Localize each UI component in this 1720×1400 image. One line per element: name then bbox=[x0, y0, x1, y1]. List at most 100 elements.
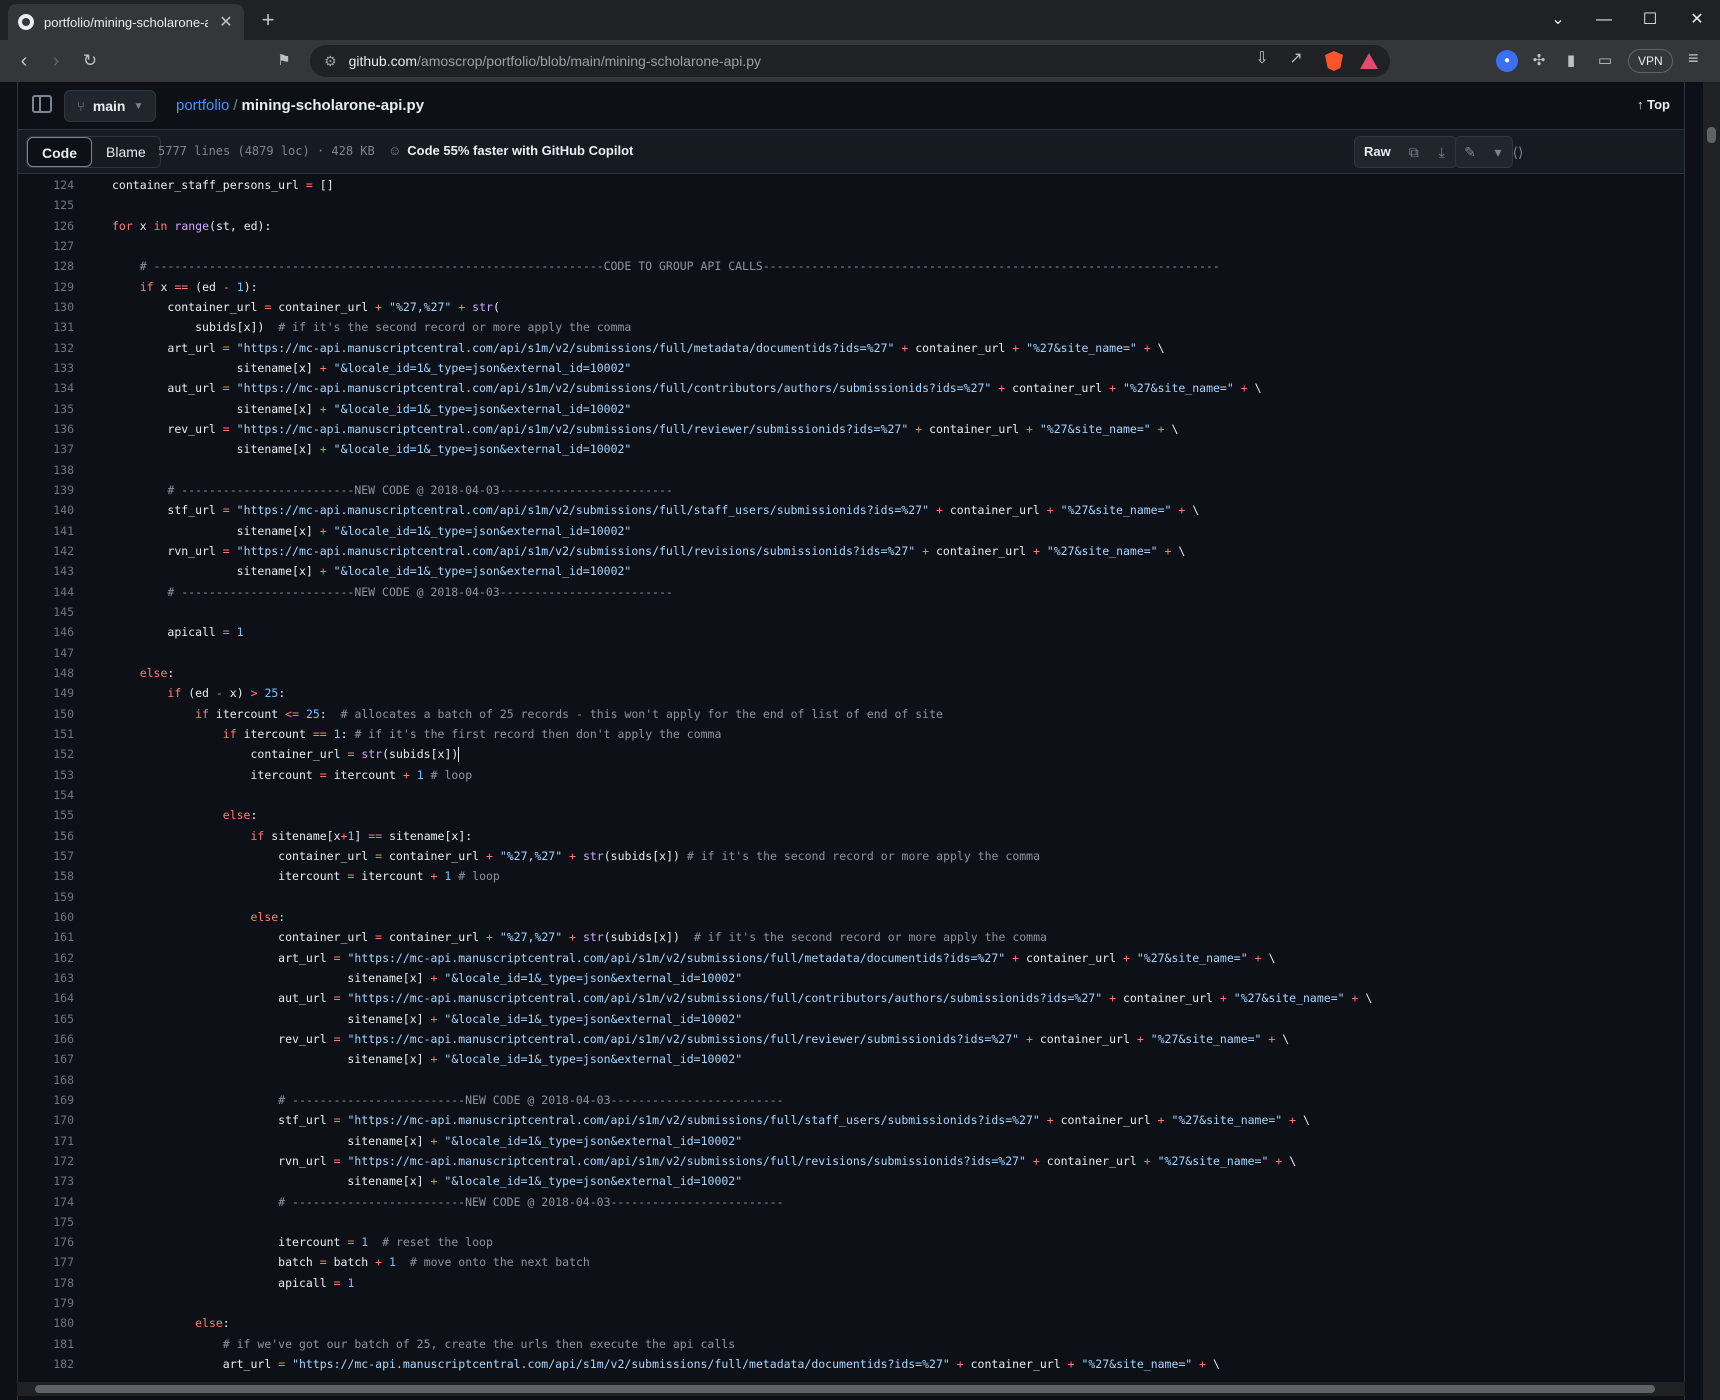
line-number[interactable]: 179 bbox=[18, 1293, 74, 1313]
browser-menu-icon[interactable]: ≡ bbox=[1688, 48, 1699, 69]
line-number[interactable]: 163 bbox=[18, 968, 74, 988]
site-info-icon[interactable]: ⚙ bbox=[324, 53, 337, 70]
line-number[interactable]: 164 bbox=[18, 988, 74, 1008]
brave-rewards-icon[interactable] bbox=[1360, 53, 1378, 69]
line-number[interactable]: 181 bbox=[18, 1334, 74, 1354]
vpn-button[interactable]: VPN bbox=[1628, 49, 1673, 73]
line-number[interactable]: 178 bbox=[18, 1273, 74, 1293]
code-text: if itercount == 1: # if it's the first r… bbox=[222, 726, 722, 741]
line-number[interactable]: 133 bbox=[18, 358, 74, 378]
line-number[interactable]: 158 bbox=[18, 866, 74, 886]
line-number[interactable]: 182 bbox=[18, 1354, 74, 1371]
line-number[interactable]: 127 bbox=[18, 236, 74, 256]
line-number[interactable]: 153 bbox=[18, 765, 74, 785]
line-number[interactable]: 129 bbox=[18, 277, 74, 297]
copy-icon[interactable]: ⧉ bbox=[1400, 137, 1428, 167]
line-number[interactable]: 135 bbox=[18, 399, 74, 419]
minimize-button[interactable]: — bbox=[1589, 8, 1619, 32]
branch-selector[interactable]: ⑂ main ▼ bbox=[64, 90, 157, 122]
line-number[interactable]: 177 bbox=[18, 1252, 74, 1272]
extensions-puzzle-icon[interactable]: ✣ bbox=[1528, 50, 1550, 72]
line-number[interactable]: 155 bbox=[18, 805, 74, 825]
line-number[interactable]: 142 bbox=[18, 541, 74, 561]
raw-button[interactable]: Raw bbox=[1355, 137, 1400, 167]
line-number[interactable]: 169 bbox=[18, 1090, 74, 1110]
breadcrumb-repo-link[interactable]: portfolio bbox=[176, 97, 229, 114]
line-number[interactable]: 174 bbox=[18, 1192, 74, 1212]
reload-button[interactable]: ↻ bbox=[76, 47, 104, 75]
back-button[interactable]: ‹ bbox=[10, 47, 38, 75]
maximize-button[interactable]: ☐ bbox=[1635, 8, 1665, 32]
horizontal-scrollbar-thumb[interactable] bbox=[35, 1385, 1655, 1393]
line-number[interactable]: 149 bbox=[18, 683, 74, 703]
copilot-promo-link[interactable]: ☺ Code 55% faster with GitHub Copilot bbox=[388, 143, 633, 158]
line-number[interactable]: 140 bbox=[18, 500, 74, 520]
line-number[interactable]: 170 bbox=[18, 1110, 74, 1130]
line-number[interactable]: 165 bbox=[18, 1009, 74, 1029]
line-number[interactable]: 143 bbox=[18, 561, 74, 581]
wallet-icon[interactable]: ▭ bbox=[1594, 50, 1616, 72]
line-number[interactable]: 147 bbox=[18, 643, 74, 663]
forward-button[interactable]: › bbox=[42, 47, 70, 75]
share-icon[interactable]: ↗ bbox=[1284, 48, 1308, 68]
line-number[interactable]: 132 bbox=[18, 338, 74, 358]
line-number[interactable]: 160 bbox=[18, 907, 74, 927]
line-number[interactable]: 172 bbox=[18, 1151, 74, 1171]
line-number[interactable]: 137 bbox=[18, 439, 74, 459]
browser-tab[interactable]: portfolio/mining-scholarone-api ✕ bbox=[8, 4, 244, 40]
line-number[interactable]: 134 bbox=[18, 378, 74, 398]
symbols-panel-icon[interactable]: ⟨⟩ bbox=[1504, 137, 1532, 167]
line-number[interactable]: 128 bbox=[18, 256, 74, 276]
line-number[interactable]: 152 bbox=[18, 744, 74, 764]
line-number[interactable]: 125 bbox=[18, 195, 74, 215]
address-bar[interactable]: ⚙ github.com/amoscrop/portfolio/blob/mai… bbox=[310, 45, 1390, 77]
tab-search-chevron-icon[interactable]: ⌄ bbox=[1543, 8, 1573, 32]
line-number[interactable]: 126 bbox=[18, 216, 74, 236]
tab-code[interactable]: Code bbox=[27, 137, 92, 167]
line-number[interactable]: 173 bbox=[18, 1171, 74, 1191]
line-number[interactable]: 157 bbox=[18, 846, 74, 866]
line-number[interactable]: 176 bbox=[18, 1232, 74, 1252]
line-number[interactable]: 139 bbox=[18, 480, 74, 500]
line-number[interactable]: 161 bbox=[18, 927, 74, 947]
line-number[interactable]: 151 bbox=[18, 724, 74, 744]
line-number[interactable]: 124 bbox=[18, 175, 74, 195]
new-tab-button[interactable]: + bbox=[254, 6, 282, 34]
line-number[interactable]: 167 bbox=[18, 1049, 74, 1069]
line-number[interactable]: 171 bbox=[18, 1131, 74, 1151]
line-number[interactable]: 162 bbox=[18, 948, 74, 968]
line-number[interactable]: 154 bbox=[18, 785, 74, 805]
line-number[interactable]: 145 bbox=[18, 602, 74, 622]
line-number[interactable]: 131 bbox=[18, 317, 74, 337]
line-number[interactable]: 141 bbox=[18, 521, 74, 541]
pencil-icon[interactable]: ✎ bbox=[1456, 137, 1484, 167]
line-number[interactable]: 146 bbox=[18, 622, 74, 642]
top-button[interactable]: ↑ Top bbox=[1637, 97, 1670, 112]
line-number[interactable]: 156 bbox=[18, 826, 74, 846]
line-number[interactable]: 148 bbox=[18, 663, 74, 683]
line-number[interactable]: 159 bbox=[18, 887, 74, 907]
code-view[interactable]: 124 container_staff_persons_url = [] 125 12… bbox=[18, 175, 1684, 1371]
download-icon[interactable]: ⤓ bbox=[1428, 137, 1456, 167]
close-window-button[interactable]: ✕ bbox=[1682, 8, 1712, 32]
line-number[interactable]: 166 bbox=[18, 1029, 74, 1049]
file-tree-toggle-icon[interactable] bbox=[32, 95, 52, 113]
tab-blame[interactable]: Blame bbox=[92, 137, 160, 167]
vertical-scrollbar-thumb[interactable] bbox=[1707, 127, 1716, 143]
line-number[interactable]: 138 bbox=[18, 460, 74, 480]
bookmark-icon[interactable]: ⚑ bbox=[270, 47, 298, 75]
line-number[interactable]: 175 bbox=[18, 1212, 74, 1232]
line-number[interactable]: 144 bbox=[18, 582, 74, 602]
extension-icon[interactable]: ● bbox=[1496, 50, 1518, 72]
close-tab-icon[interactable]: ✕ bbox=[218, 12, 234, 32]
line-number[interactable]: 136 bbox=[18, 419, 74, 439]
tab-title: portfolio/mining-scholarone-api bbox=[44, 14, 208, 30]
install-app-icon[interactable]: ⇩ bbox=[1250, 48, 1274, 68]
line-number[interactable]: 130 bbox=[18, 297, 74, 317]
vertical-scrollbar[interactable] bbox=[1703, 82, 1720, 1400]
line-number[interactable]: 150 bbox=[18, 704, 74, 724]
line-number[interactable]: 168 bbox=[18, 1070, 74, 1090]
sidebar-icon[interactable]: ▮ bbox=[1560, 50, 1582, 72]
horizontal-scrollbar[interactable] bbox=[17, 1382, 1685, 1396]
line-number[interactable]: 180 bbox=[18, 1313, 74, 1333]
